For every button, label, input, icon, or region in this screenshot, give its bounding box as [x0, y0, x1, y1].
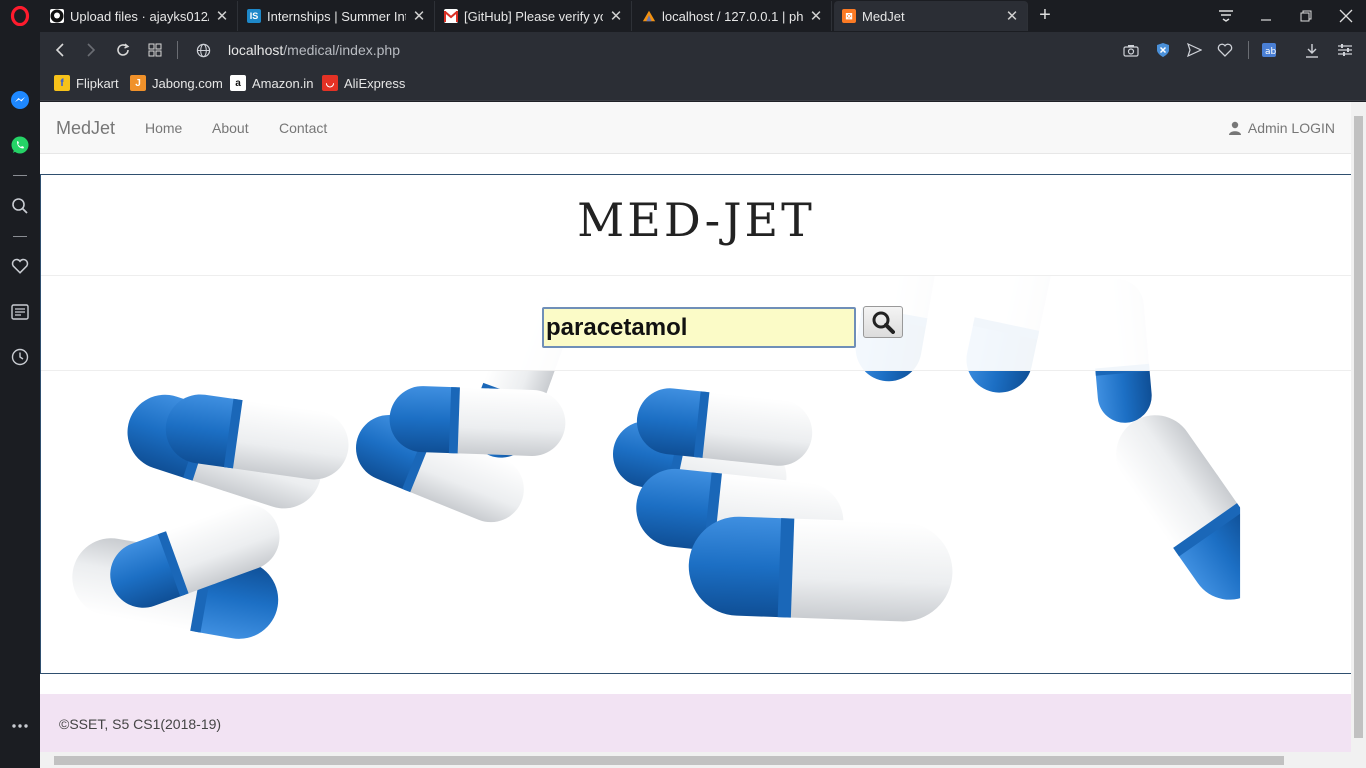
- internshala-icon: IS: [247, 9, 261, 23]
- opera-sidebar: [0, 32, 40, 768]
- flipkart-icon: f: [54, 75, 70, 91]
- tab-bar: Upload files · ajayks012/Me ✕ IS Interns…: [0, 0, 1366, 32]
- divider: [13, 236, 27, 237]
- close-window-icon[interactable]: [1326, 0, 1366, 32]
- jabong-icon: J: [130, 75, 146, 91]
- close-icon[interactable]: ✕: [609, 7, 623, 25]
- admin-login-label: Admin LOGIN: [1247, 120, 1335, 136]
- more-icon[interactable]: [8, 714, 32, 738]
- title-band: MED-JET: [41, 175, 1351, 275]
- svg-text:ab: ab: [1265, 47, 1277, 57]
- tab-github-upload[interactable]: Upload files · ajayks012/Me ✕: [42, 1, 238, 31]
- xampp-icon: ⊠: [842, 9, 856, 23]
- restore-icon[interactable]: [1286, 0, 1326, 32]
- url-path: /medical/index.php: [283, 42, 401, 58]
- close-icon[interactable]: ✕: [412, 7, 426, 25]
- tab-title: Upload files · ajayks012/Me: [70, 8, 209, 24]
- address-bar: localhost/medical/index.php ab: [40, 32, 1366, 68]
- bookmark-amazon[interactable]: a Amazon.in: [230, 75, 313, 91]
- github-icon: [50, 9, 64, 23]
- whatsapp-icon[interactable]: [8, 133, 32, 157]
- news-icon[interactable]: [8, 300, 32, 324]
- tab-title: localhost / 127.0.0.1 | phpM: [662, 8, 803, 24]
- tab-medjet[interactable]: ⊠ MedJet ✕: [834, 1, 1028, 31]
- translate-icon[interactable]: ab: [1254, 32, 1284, 68]
- globe-icon[interactable]: [188, 32, 218, 68]
- vertical-scrollbar[interactable]: [1351, 102, 1366, 752]
- speed-dial-icon[interactable]: [140, 32, 170, 68]
- nav-link-contact[interactable]: Contact: [279, 120, 327, 136]
- gmail-icon: [444, 9, 458, 23]
- bookmark-flipkart[interactable]: f Flipkart: [54, 75, 119, 91]
- amazon-icon: a: [230, 75, 246, 91]
- horizontal-scrollbar[interactable]: [40, 752, 1366, 768]
- divider: [177, 41, 178, 59]
- opera-logo-icon[interactable]: [0, 0, 40, 32]
- url-field[interactable]: localhost/medical/index.php: [228, 42, 400, 58]
- footer-copyright: ©SSET, S5 CS1(2018-19): [59, 716, 222, 732]
- reload-icon[interactable]: [108, 32, 138, 68]
- page-title: MED-JET: [577, 193, 815, 247]
- minimize-icon[interactable]: [1246, 0, 1286, 32]
- heart-icon[interactable]: [1210, 32, 1240, 68]
- tab-title: [GitHub] Please verify your: [464, 8, 603, 24]
- nav-link-home[interactable]: Home: [145, 120, 182, 136]
- bookmark-label: Jabong.com: [152, 75, 223, 91]
- snapshot-icon[interactable]: [1116, 32, 1146, 68]
- messenger-icon[interactable]: [8, 88, 32, 112]
- bookmark-jabong[interactable]: J Jabong.com: [130, 75, 223, 91]
- url-host: localhost: [228, 42, 284, 58]
- search-icon: [872, 311, 895, 334]
- main-panel: MED-JET: [40, 174, 1351, 674]
- site-navbar: MedJet Home About Contact Admin LOGIN: [40, 102, 1351, 154]
- divider: [1248, 41, 1249, 59]
- history-icon[interactable]: [8, 345, 32, 369]
- download-icon[interactable]: [1297, 32, 1327, 68]
- tab-menu-icon[interactable]: [1206, 0, 1246, 32]
- site-brand-link[interactable]: MedJet: [56, 118, 115, 139]
- easy-setup-icon[interactable]: [1330, 32, 1360, 68]
- close-icon[interactable]: ✕: [1005, 7, 1019, 25]
- search-icon[interactable]: [8, 194, 32, 218]
- nav-link-about[interactable]: About: [212, 120, 249, 136]
- tab-internshala[interactable]: IS Internships | Summer Intern ✕: [239, 1, 435, 31]
- tab-phpmyadmin[interactable]: localhost / 127.0.0.1 | phpM ✕: [634, 1, 832, 31]
- heart-icon[interactable]: [8, 254, 32, 278]
- scrollbar-thumb[interactable]: [1354, 116, 1363, 738]
- close-icon[interactable]: ✕: [809, 7, 823, 25]
- user-icon: [1228, 121, 1241, 135]
- bookmarks-bar: f Flipkart J Jabong.com a Amazon.in ◡ Al…: [40, 68, 1366, 101]
- back-icon[interactable]: [45, 32, 75, 68]
- adblock-shield-icon[interactable]: [1148, 32, 1178, 68]
- tab-title: Internships | Summer Intern: [267, 8, 406, 24]
- phpmyadmin-icon: [642, 9, 656, 23]
- scrollbar-thumb[interactable]: [54, 756, 1284, 765]
- search-button[interactable]: [863, 306, 903, 338]
- tab-gmail[interactable]: [GitHub] Please verify your ✕: [436, 1, 632, 31]
- close-icon[interactable]: ✕: [215, 7, 229, 25]
- search-band: [41, 275, 1351, 371]
- bookmark-label: Amazon.in: [252, 75, 314, 91]
- site-footer: ©SSET, S5 CS1(2018-19): [40, 694, 1351, 752]
- bookmark-label: AliExpress: [344, 75, 406, 91]
- bookmark-aliexpress[interactable]: ◡ AliExpress: [322, 75, 405, 91]
- medicine-search-input[interactable]: [542, 307, 856, 348]
- send-icon[interactable]: [1179, 32, 1209, 68]
- aliexpress-icon: ◡: [322, 75, 338, 91]
- new-tab-button[interactable]: +: [1034, 4, 1056, 27]
- admin-login-link[interactable]: Admin LOGIN: [1228, 120, 1335, 136]
- forward-icon[interactable]: [76, 32, 106, 68]
- divider: [13, 175, 27, 176]
- page-viewport: MedJet Home About Contact Admin LOGIN ME…: [40, 102, 1366, 768]
- tab-title: MedJet: [862, 8, 905, 24]
- bookmark-label: Flipkart: [76, 75, 119, 91]
